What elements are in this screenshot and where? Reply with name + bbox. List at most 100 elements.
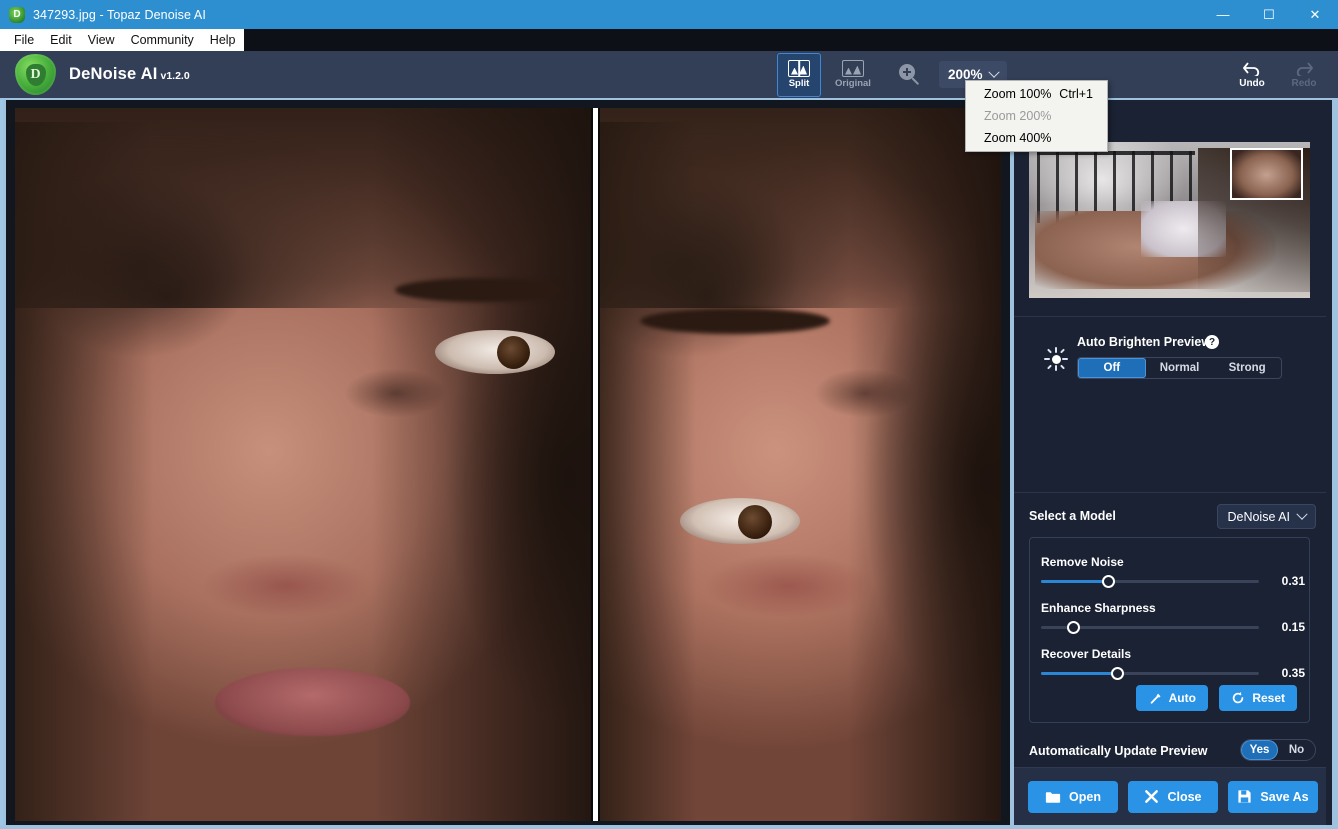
settings-panel: Auto Brighten Preview ? Off Normal Stron… [1014,100,1332,825]
slider-enhance-sharpness-knob[interactable] [1067,621,1080,634]
folder-icon [1045,790,1061,804]
slider-remove-noise-knob[interactable] [1102,575,1115,588]
redo-arrow-icon [1293,60,1315,76]
slider-enhance-sharpness: Enhance Sharpness 0.15 [1041,601,1301,629]
zoom-menu-item-100[interactable]: Zoom 100% Ctrl+1 [966,83,1107,105]
auto-brighten-option-normal[interactable]: Normal [1146,358,1214,378]
refresh-circle-icon [1231,691,1245,705]
auto-update-label: Automatically Update Preview [1029,744,1208,758]
brightness-sun-icon [1044,347,1068,371]
close-button[interactable]: ✕ [1292,0,1338,29]
zoom-menu-item-100-label: Zoom 100% [984,87,1051,101]
auto-brighten-section: Auto Brighten Preview ? Off Normal Stron… [1014,325,1332,393]
slider-recover-details: Recover Details 0.35 [1041,647,1301,675]
auto-update-section: Automatically Update Preview Yes No [1014,737,1332,767]
auto-update-option-no[interactable]: No [1278,740,1315,760]
close-image-button[interactable]: Close [1128,781,1218,813]
undo-label: Undo [1239,78,1265,89]
model-dropdown[interactable]: DeNoise AI [1217,504,1316,529]
slider-enhance-sharpness-track[interactable]: 0.15 [1041,626,1259,629]
x-icon [1144,789,1159,804]
save-as-button-label: Save As [1260,790,1308,804]
magnifier-plus-icon[interactable] [899,64,921,86]
slider-recover-details-knob[interactable] [1111,667,1124,680]
canvas-pane-denoised [600,108,1001,821]
slider-remove-noise-value: 0.31 [1282,574,1305,588]
app-version: v1.2.0 [161,70,190,82]
open-button-label: Open [1069,790,1101,804]
undo-arrow-icon [1241,60,1263,76]
split-divider-handle[interactable] [591,108,600,821]
canvas-left-edge [0,100,3,825]
topaz-denoise-ai-window: D 347293.jpg - Topaz Denoise AI — ☐ ✕ Fi… [0,0,1338,829]
model-selected-value: DeNoise AI [1227,510,1290,524]
zoom-menu-item-400[interactable]: Zoom 400% [966,127,1107,149]
view-mode-original[interactable]: Original [831,53,875,97]
image-viewport[interactable] [15,108,1001,821]
slider-recover-details-track[interactable]: 0.35 [1041,672,1259,675]
select-model-label: Select a Model [1029,509,1116,523]
slider-enhance-sharpness-value: 0.15 [1282,620,1305,634]
view-mode-split[interactable]: Split [777,53,821,97]
magic-wand-icon [1149,692,1162,705]
zoom-dropdown-menu: Zoom 100% Ctrl+1 Zoom 200% Zoom 400% [965,80,1108,152]
original-image-icon [842,60,864,77]
panel-footer: Open Close Save As [1014,767,1332,825]
navigator-thumbnail[interactable] [1029,142,1310,298]
title-bar: D 347293.jpg - Topaz Denoise AI — ☐ ✕ [0,0,1338,29]
reset-button-label: Reset [1252,691,1285,705]
reset-button[interactable]: Reset [1219,685,1297,711]
auto-brighten-option-off[interactable]: Off [1078,358,1146,378]
zoom-menu-item-100-accel: Ctrl+1 [1059,87,1107,101]
split-view-icon [788,60,810,77]
brand: D DeNoise AI v1.2.0 [15,54,190,95]
menu-community[interactable]: Community [123,30,202,50]
undo-button[interactable]: Undo [1226,53,1278,97]
menu-edit[interactable]: Edit [42,30,80,50]
panel-scrollbar[interactable] [1326,100,1332,825]
window-controls: — ☐ ✕ [1200,0,1338,29]
window-title: 347293.jpg - Topaz Denoise AI [33,8,206,22]
chevron-down-icon [988,66,999,77]
undo-redo-group: Undo Redo [1226,51,1330,98]
adjustment-sliders-card: Remove Noise 0.31 Enhance Sharpness 0.15… [1029,537,1310,723]
zoom-menu-item-400-label: Zoom 400% [984,131,1051,145]
auto-brighten-label: Auto Brighten Preview [1077,335,1211,349]
view-mode-original-label: Original [835,78,871,89]
auto-brighten-option-strong[interactable]: Strong [1213,358,1281,378]
slider-remove-noise-track[interactable]: 0.31 [1041,580,1259,583]
canvas-pane-original [15,108,591,821]
floppy-disk-icon [1237,789,1252,804]
auto-button[interactable]: Auto [1136,685,1208,711]
chevron-down-icon [1296,508,1307,519]
save-as-button[interactable]: Save As [1228,781,1318,813]
question-mark-icon[interactable]: ? [1205,335,1219,349]
close-image-button-label: Close [1167,790,1201,804]
menu-bar-filler [244,29,1338,51]
auto-update-toggle: Yes No [1240,739,1316,761]
menu-bar: File Edit View Community Help [0,29,1338,51]
open-button[interactable]: Open [1028,781,1118,813]
app-name: DeNoise AI [69,65,158,84]
menu-view[interactable]: View [80,30,123,50]
image-canvas[interactable] [6,100,1010,825]
maximize-button[interactable]: ☐ [1246,0,1292,29]
view-mode-split-label: Split [789,78,810,89]
slider-enhance-sharpness-label: Enhance Sharpness [1041,601,1301,615]
redo-label: Redo [1292,78,1317,89]
slider-remove-noise-label: Remove Noise [1041,555,1301,569]
app-logo-icon: D [9,7,25,23]
redo-button[interactable]: Redo [1278,53,1330,97]
auto-update-option-yes[interactable]: Yes [1241,740,1278,760]
zoom-menu-item-200[interactable]: Zoom 200% [966,105,1107,127]
navigator-selection-rect[interactable] [1230,148,1303,200]
minimize-button[interactable]: — [1200,0,1246,29]
model-section: Select a Model DeNoise AI [1014,500,1332,534]
menu-file[interactable]: File [6,30,42,50]
topaz-denoise-shield-icon: D [15,54,56,95]
menu-help[interactable]: Help [202,30,244,50]
app-toolbar: D DeNoise AI v1.2.0 [0,51,1338,98]
zoom-menu-item-200-label: Zoom 200% [984,109,1051,123]
auto-brighten-segmented-control: Off Normal Strong [1077,357,1282,379]
auto-button-label: Auto [1169,691,1196,705]
